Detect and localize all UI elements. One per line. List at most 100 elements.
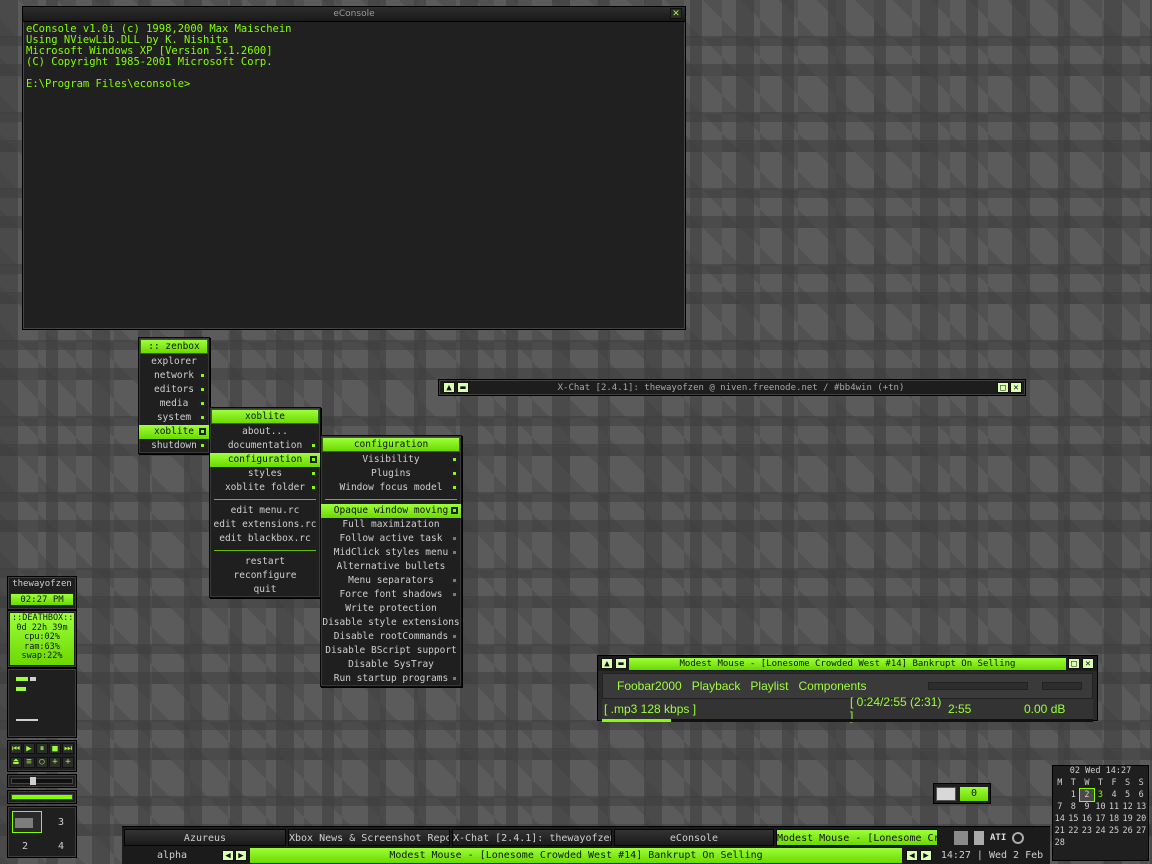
calendar-day: 15 <box>1068 814 1079 824</box>
stop-icon[interactable]: ■ <box>49 743 61 754</box>
calendar-day: 10 <box>1095 802 1106 812</box>
menu-item-disable-bscript[interactable]: Disable BScript support <box>321 644 461 658</box>
menu-item-disable-systray[interactable]: Disable SysTray <box>321 658 461 672</box>
seek-slider[interactable] <box>928 682 1028 690</box>
menu-item-full-maximization[interactable]: Full maximization <box>321 518 461 532</box>
mail-widget[interactable]: 0 <box>933 783 991 804</box>
console-output[interactable]: eConsole v1.0i (c) 1998,2000 Max Maische… <box>23 22 685 92</box>
task-azureus[interactable]: Azureus <box>124 829 286 846</box>
calendar-day: 3 <box>1097 790 1104 800</box>
close-icon[interactable]: ✕ <box>1082 658 1094 669</box>
workspace-4[interactable]: 4 <box>58 841 64 852</box>
menu-item-midclick-styles-menu[interactable]: MidClick styles menu <box>321 546 461 560</box>
menu-item-label: configuration <box>227 454 303 465</box>
calendar-day: 21 <box>1054 826 1065 836</box>
menu-item-edit-blackbox[interactable]: edit blackbox.rc <box>210 532 320 546</box>
menu-item-system[interactable]: system <box>139 411 209 425</box>
menu-item-reconfigure[interactable]: reconfigure <box>210 569 320 583</box>
seek-track[interactable] <box>11 777 73 785</box>
prev-task-icon[interactable]: ◀ <box>906 850 918 861</box>
menu-item-media[interactable]: media <box>139 397 209 411</box>
menu-item-force-font-shadows[interactable]: Force font shadows <box>321 588 461 602</box>
volume-slider[interactable] <box>1042 682 1082 690</box>
menu-item-about[interactable]: about... <box>210 425 320 439</box>
econsole-window[interactable]: eConsole ✕ eConsole v1.0i (c) 1998,2000 … <box>22 6 686 330</box>
eject-icon[interactable]: ⏏ <box>10 756 22 768</box>
volume-widget[interactable] <box>7 790 77 804</box>
menu-playback[interactable]: Playback <box>692 679 741 693</box>
next-icon[interactable]: ⏭ <box>62 743 74 754</box>
menu-item-shutdown[interactable]: shutdown <box>139 439 209 453</box>
workspace-2[interactable]: 2 <box>22 841 28 852</box>
menu-item-window-focus-model[interactable]: Window focus model <box>321 481 461 495</box>
menu-foobar2000[interactable]: Foobar2000 <box>617 679 682 693</box>
menu-item-follow-active-task[interactable]: Follow active task <box>321 532 461 546</box>
menu-item-network[interactable]: network <box>139 369 209 383</box>
menu-item-xoblite[interactable]: xoblite <box>139 425 209 439</box>
menu-item-write-protection[interactable]: Write protection <box>321 602 461 616</box>
menu-components[interactable]: Components <box>798 679 866 693</box>
task-xchat[interactable]: X-Chat [2.4.1]: thewayofzen... <box>452 829 612 846</box>
submenu-bullet-icon <box>199 442 206 449</box>
task-xbox-news[interactable]: Xbox News & Screenshot Repo... <box>288 829 450 846</box>
menu-item-configuration[interactable]: configuration <box>210 453 320 467</box>
volume-track[interactable] <box>11 794 73 800</box>
menu-item-label: Follow active task <box>339 533 443 544</box>
foobar-titlebar[interactable]: ▲ ▬ Modest Mouse - [Lonesome Crowded Wes… <box>598 656 1097 671</box>
menu-item-disable-rootcommands[interactable]: Disable rootCommands <box>321 630 461 644</box>
menu-item-edit-menu[interactable]: edit menu.rc <box>210 504 320 518</box>
menu-item-edit-extensions[interactable]: edit extensions.rc <box>210 518 320 532</box>
console-prompt[interactable]: E:\Program Files\econsole> <box>26 78 190 90</box>
user-icon[interactable] <box>974 830 984 845</box>
maximize-icon[interactable]: □ <box>997 382 1009 393</box>
shade-icon[interactable]: ▲ <box>601 658 613 669</box>
seek-handle[interactable] <box>30 777 36 785</box>
menu-item-run-startup-programs[interactable]: Run startup programs <box>321 672 461 686</box>
menu-item-styles[interactable]: styles <box>210 467 320 481</box>
seek-widget[interactable] <box>7 774 77 788</box>
foobar-window[interactable]: ▲ ▬ Modest Mouse - [Lonesome Crowded Wes… <box>597 655 1098 723</box>
ati-icon[interactable]: ATI <box>990 833 1006 843</box>
playlist-icon[interactable]: ≡ <box>23 756 35 768</box>
prev-workspace-icon[interactable]: ◀ <box>222 850 234 861</box>
menu-item-visibility[interactable]: Visibility <box>321 453 461 467</box>
menu-item-explorer[interactable]: explorer <box>139 355 209 369</box>
menu-item-label: Disable style extensions <box>322 617 460 628</box>
task-modest-mouse[interactable]: Modest Mouse - [Lonesome Cro... <box>776 829 938 846</box>
menu-playlist[interactable]: Playlist <box>750 679 788 693</box>
next-workspace-icon[interactable]: ▶ <box>235 850 247 861</box>
volume-down-icon[interactable]: + <box>62 756 74 768</box>
task-econsole[interactable]: eConsole <box>614 829 774 846</box>
calendar-day: 13 <box>1136 802 1147 812</box>
next-task-icon[interactable]: ▶ <box>920 850 932 861</box>
menu-item-plugins[interactable]: Plugins <box>321 467 461 481</box>
menu-item-label: Alternative bullets <box>336 561 446 572</box>
network-icon[interactable] <box>954 830 968 845</box>
volume-up-icon[interactable]: + <box>49 756 61 768</box>
menu-item-documentation[interactable]: documentation <box>210 439 320 453</box>
menu-item-restart[interactable]: restart <box>210 555 320 569</box>
shade-icon[interactable]: ▲ <box>443 382 455 393</box>
menu-item-xoblite-folder[interactable]: xoblite folder <box>210 481 320 495</box>
menu-item-menu-separators[interactable]: Menu separators <box>321 574 461 588</box>
maximize-icon[interactable]: □ <box>1068 658 1080 669</box>
workspace-3[interactable]: 3 <box>58 817 64 828</box>
menu-item-quit[interactable]: quit <box>210 583 320 597</box>
close-icon[interactable]: ✕ <box>1010 382 1022 393</box>
xchat-window[interactable]: ▲ ▬ X-Chat [2.4.1]: thewayofzen @ niven.… <box>438 379 1026 396</box>
menu-item-alternative-bullets[interactable]: Alternative bullets <box>321 560 461 574</box>
weekday: T <box>1070 778 1076 788</box>
workspace-1[interactable] <box>12 811 42 833</box>
minimize-icon[interactable]: ▬ <box>615 658 627 669</box>
repeat-icon[interactable]: ○ <box>36 756 48 768</box>
speaker-icon[interactable] <box>1012 831 1025 844</box>
menu-item-editors[interactable]: editors <box>139 383 209 397</box>
menu-item-opaque-window-moving[interactable]: Opaque window moving <box>321 504 461 518</box>
previous-icon[interactable]: ⏮ <box>10 743 22 754</box>
menu-item-disable-style-extensions[interactable]: Disable style extensions <box>321 616 461 630</box>
pause-icon[interactable]: ⏸ <box>36 743 48 754</box>
econsole-titlebar[interactable]: eConsole ✕ <box>23 7 685 22</box>
play-icon[interactable]: ▶ <box>23 743 35 754</box>
calendar-day <box>1053 789 1067 801</box>
close-icon[interactable]: ✕ <box>670 8 682 19</box>
